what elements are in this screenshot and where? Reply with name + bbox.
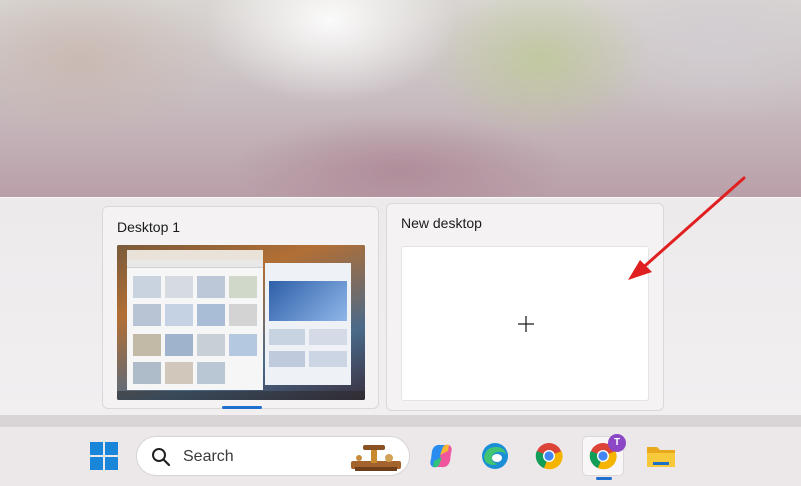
search-box[interactable]: Search [136, 436, 410, 476]
new-desktop-label: New desktop [401, 215, 482, 231]
desktop-1-label: Desktop 1 [117, 219, 181, 235]
profile-badge: T [608, 434, 626, 452]
running-app-indicator [596, 477, 612, 480]
windows-logo-icon [90, 442, 118, 470]
taskbar: Search [0, 427, 801, 486]
search-highlight-illustration-icon [351, 445, 401, 471]
start-button[interactable] [83, 436, 125, 476]
chrome-button[interactable] [528, 436, 570, 476]
edge-button[interactable] [474, 436, 516, 476]
active-desktop-indicator [222, 406, 262, 409]
search-icon [152, 448, 171, 467]
copilot-icon [430, 444, 452, 468]
desktop-card-1[interactable]: Desktop 1 [102, 206, 379, 409]
desktop-wallpaper [0, 0, 801, 200]
desktop-1-thumbnail[interactable] [117, 245, 365, 400]
edge-icon [482, 443, 508, 469]
plus-icon [518, 316, 534, 332]
file-explorer-button[interactable] [640, 436, 682, 476]
folder-icon [647, 447, 675, 467]
task-view-divider [0, 415, 801, 427]
new-desktop-button[interactable] [401, 246, 649, 401]
red-arrow-annotation [628, 176, 746, 280]
copilot-button[interactable] [420, 436, 462, 476]
search-placeholder: Search [183, 448, 234, 465]
chrome-icon [535, 443, 563, 470]
